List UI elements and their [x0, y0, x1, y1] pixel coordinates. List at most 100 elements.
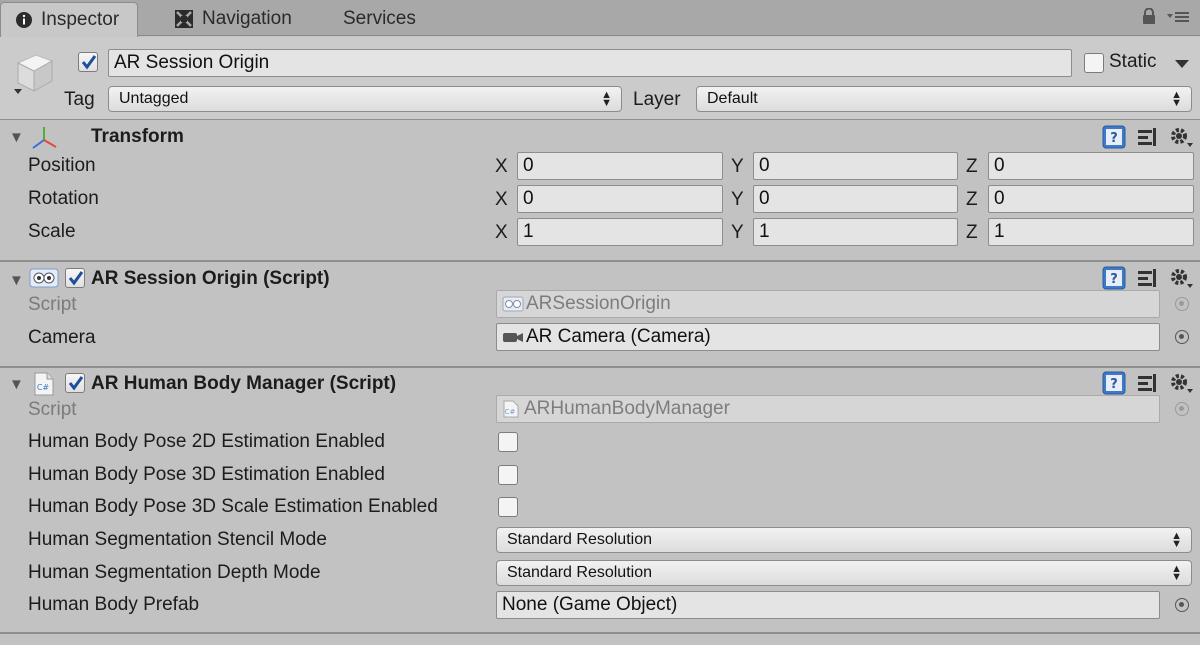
foldout-arrow-icon[interactable]: ▼: [9, 376, 24, 393]
lock-icon[interactable]: [1142, 8, 1156, 25]
static-checkbox[interactable]: [1084, 53, 1104, 73]
rotation-label: Rotation: [28, 188, 99, 209]
ar-human-body-manager-script-field: C# ARHumanBodyManager: [496, 395, 1160, 423]
checkmark-icon: [68, 376, 84, 391]
csharp-script-icon: C#: [34, 372, 54, 396]
transform-icon: [32, 127, 57, 149]
depth-mode-value: Standard Resolution: [507, 564, 652, 581]
position-z-label: Z: [966, 156, 978, 177]
ar-session-origin-script-field: ARSessionOrigin: [496, 290, 1160, 318]
pose-2d-checkbox[interactable]: [498, 432, 518, 452]
pose-3d-checkbox[interactable]: [498, 465, 518, 485]
rotation-y-label: Y: [731, 189, 744, 210]
human-body-prefab-field[interactable]: None (Game Object): [496, 591, 1160, 619]
scale-x-input[interactable]: 1: [517, 218, 723, 246]
scale-y-input[interactable]: 1: [753, 218, 958, 246]
scale-y-label: Y: [731, 222, 744, 243]
help-icon[interactable]: ?: [1102, 266, 1126, 290]
transform-title: Transform: [91, 126, 184, 147]
position-label: Position: [28, 155, 96, 176]
layer-label: Layer: [633, 89, 681, 110]
rotation-y-input[interactable]: 0: [753, 185, 958, 213]
gear-icon[interactable]: [1168, 371, 1194, 395]
svg-text:C#: C#: [37, 383, 50, 392]
ar-session-origin-title: AR Session Origin (Script): [91, 268, 330, 289]
object-picker-icon[interactable]: [1175, 598, 1189, 612]
ar-session-origin-enabled-checkbox[interactable]: [65, 268, 85, 288]
csharp-script-icon: C#: [503, 400, 519, 418]
ar-session-origin-script-label: Script: [28, 294, 77, 315]
ar-human-body-manager-component: ▼ C# AR Human Body Manager (Script) ? Sc…: [0, 370, 1200, 634]
rotation-x-input[interactable]: 0: [517, 185, 723, 213]
ar-session-origin-component: ▼ AR Session Origin (Script) ? Script AR…: [0, 264, 1200, 368]
object-picker-icon: [1175, 402, 1189, 416]
position-z-input[interactable]: 0: [988, 152, 1194, 180]
position-y-input[interactable]: 0: [753, 152, 958, 180]
rotation-z-input[interactable]: 0: [988, 185, 1194, 213]
foldout-arrow-icon[interactable]: ▼: [9, 129, 24, 146]
preset-icon[interactable]: [1136, 267, 1158, 289]
gameobject-header: AR Session Origin Static Tag Untagged ▲ ▼…: [0, 37, 1200, 120]
human-body-prefab-value: None (Game Object): [502, 594, 678, 615]
depth-mode-label: Human Segmentation Depth Mode: [28, 562, 321, 583]
svg-text:?: ?: [1110, 377, 1118, 392]
gameobject-name-input[interactable]: AR Session Origin: [108, 49, 1072, 77]
scale-x-label: X: [495, 222, 508, 243]
preset-icon[interactable]: [1136, 126, 1158, 148]
dropdown-arrows-icon: ▲ ▼: [1171, 530, 1182, 550]
pose-3d-label: Human Body Pose 3D Estimation Enabled: [28, 464, 385, 485]
scale-z-label: Z: [966, 222, 978, 243]
stencil-mode-value: Standard Resolution: [507, 531, 652, 548]
menu-icon[interactable]: [1166, 10, 1190, 24]
gameobject-cube-icon: [14, 54, 54, 94]
ar-human-body-manager-enabled-checkbox[interactable]: [65, 373, 85, 393]
camera-field[interactable]: AR Camera (Camera): [496, 323, 1160, 351]
depth-mode-dropdown[interactable]: Standard Resolution ▲ ▼: [496, 560, 1192, 586]
tab-inspector-label: Inspector: [41, 9, 120, 30]
svg-text:?: ?: [1110, 131, 1118, 146]
gameobject-active-checkbox[interactable]: [78, 52, 98, 72]
foldout-arrow-icon[interactable]: ▼: [9, 272, 24, 289]
position-x-input[interactable]: 0: [517, 152, 723, 180]
tab-services[interactable]: Services: [343, 2, 416, 36]
ar-session-origin-script-value: ARSessionOrigin: [526, 293, 671, 314]
transform-component: ▼ Transform ? Position X 0 Y 0 Z 0 Rotat…: [0, 121, 1200, 262]
tab-navigation-label: Navigation: [202, 8, 292, 29]
dropdown-arrows-icon: ▲ ▼: [1171, 563, 1182, 583]
help-icon[interactable]: ?: [1102, 371, 1126, 395]
ar-human-body-manager-header-icons: ?: [1102, 371, 1194, 395]
tab-bar: Inspector Navigation Services: [0, 0, 1200, 37]
camera-label: Camera: [28, 327, 96, 348]
position-y-label: Y: [731, 156, 744, 177]
tab-inspector[interactable]: Inspector: [0, 2, 139, 37]
layer-dropdown-value: Default: [707, 90, 758, 107]
svg-text:C#: C#: [505, 408, 516, 416]
position-x-label: X: [495, 156, 508, 177]
gear-icon[interactable]: [1168, 125, 1194, 149]
preset-icon[interactable]: [1136, 372, 1158, 394]
checkmark-icon: [68, 271, 84, 286]
static-dropdown-arrow-icon[interactable]: [1174, 59, 1190, 69]
gear-icon[interactable]: [1168, 266, 1194, 290]
navigation-icon: [175, 10, 193, 28]
tab-services-label: Services: [343, 8, 416, 29]
layer-dropdown[interactable]: Default ▲ ▼: [696, 86, 1192, 112]
stencil-mode-dropdown[interactable]: Standard Resolution ▲ ▼: [496, 527, 1192, 553]
tab-navigation[interactable]: Navigation: [174, 2, 292, 36]
rotation-z-label: Z: [966, 189, 978, 210]
object-picker-icon: [1175, 297, 1189, 311]
dropdown-arrows-icon: ▲ ▼: [601, 89, 612, 109]
stencil-mode-label: Human Segmentation Stencil Mode: [28, 529, 327, 550]
scale-z-input[interactable]: 1: [988, 218, 1194, 246]
help-icon[interactable]: ?: [1102, 125, 1126, 149]
info-icon: [16, 12, 32, 28]
object-picker-icon[interactable]: [1175, 330, 1189, 344]
static-label: Static: [1109, 51, 1157, 72]
camera-value: AR Camera (Camera): [526, 326, 711, 347]
pose-3d-scale-checkbox[interactable]: [498, 497, 518, 517]
tag-dropdown[interactable]: Untagged ▲ ▼: [108, 86, 622, 112]
camera-icon: [503, 333, 523, 342]
scale-label: Scale: [28, 221, 76, 242]
ar-human-body-manager-title: AR Human Body Manager (Script): [91, 373, 397, 394]
pose-2d-label: Human Body Pose 2D Estimation Enabled: [28, 431, 385, 452]
